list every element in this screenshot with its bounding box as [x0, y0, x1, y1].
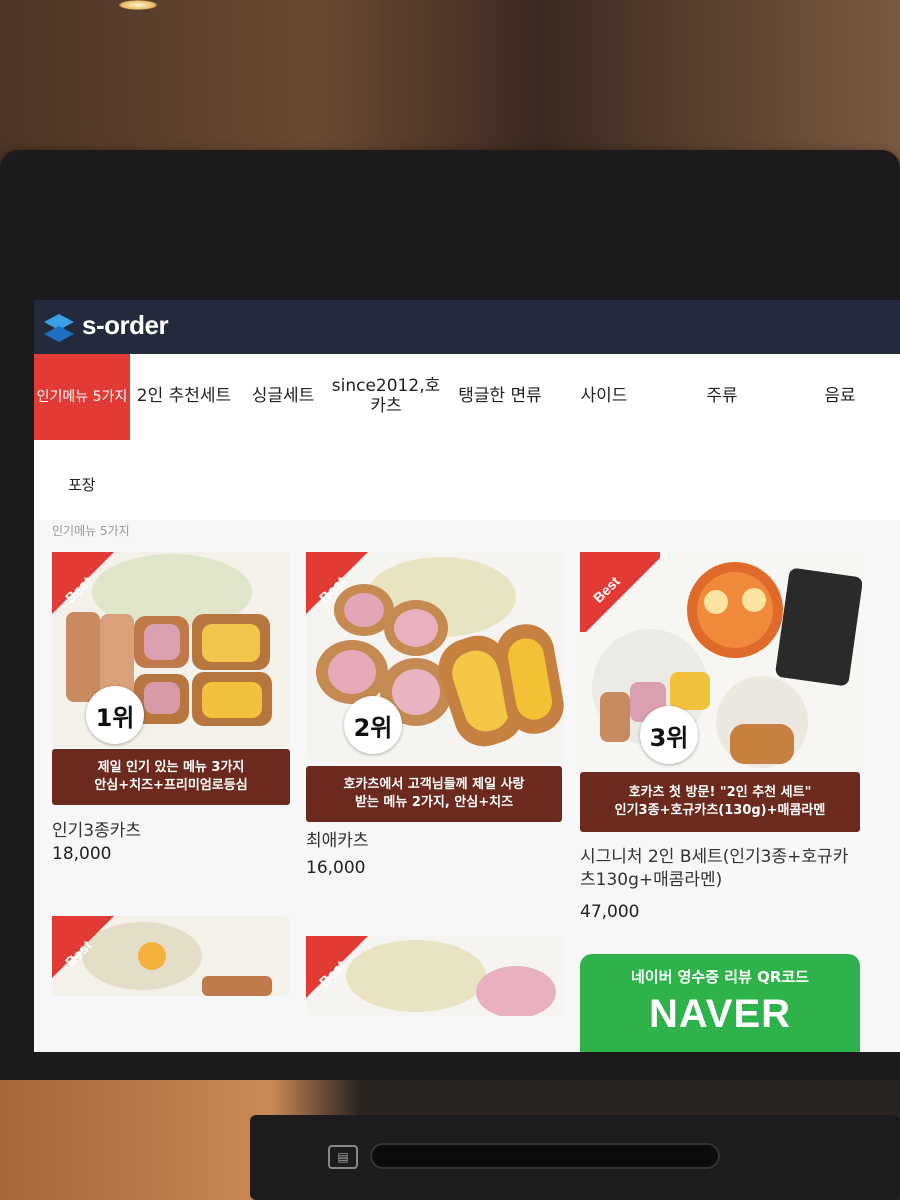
tab-noodles[interactable]: 탱글한 면류	[444, 354, 556, 440]
card-reader: ▤	[250, 1115, 900, 1200]
packaging-row: 포장	[34, 440, 900, 520]
product-name: 인기3종카츠	[52, 821, 142, 841]
brand-name: s-order	[82, 310, 169, 340]
best-badge-icon: Best	[52, 552, 114, 614]
category-tabs: 인기메뉴 5가지 2인 추천세트 싱글세트 since2012,호카츠 탱글한 …	[34, 354, 900, 440]
ceiling-lamp	[118, 0, 158, 10]
product-price: 47,000	[580, 902, 640, 922]
tab-liquor[interactable]: 주류	[674, 354, 770, 440]
product-name: 최애카츠	[306, 831, 369, 851]
best-badge-icon: Best	[306, 936, 368, 998]
chip-card-icon: ▤	[328, 1145, 358, 1169]
product-card-5[interactable]: Best	[306, 936, 564, 1016]
tab-side[interactable]: 사이드	[556, 354, 652, 440]
section-title: 인기메뉴 5가지	[52, 524, 130, 538]
product-price: 16,000	[306, 858, 366, 878]
product-banner: 호카츠에서 고객님들께 제일 사랑 받는 메뉴 2가지, 안심+치즈	[306, 766, 562, 822]
best-badge-icon: Best	[580, 552, 660, 632]
best-badge-icon: Best	[52, 916, 114, 978]
rank-badge: 2위	[344, 696, 402, 754]
product-card-2[interactable]: Best 2위 호카츠에서 고객님들께 제일 사랑 받는 메뉴 2가지, 안심+…	[306, 552, 564, 878]
naver-subtitle: 네이버 영수증 리뷰 QR코드	[631, 968, 809, 986]
card-slot[interactable]	[370, 1143, 720, 1169]
product-card-3[interactable]: Best 3위 호카츠 첫 방문! "2인 추천 세트" 인기3종+호규카츠(1…	[580, 552, 862, 932]
tab-since2012[interactable]: since2012,호카츠	[328, 354, 444, 440]
product-price: 18,000	[52, 844, 112, 864]
rank-badge: 1위	[86, 686, 144, 744]
product-banner: 호카츠 첫 방문! "2인 추천 세트" 인기3종+호규카츠(130g)+매콤라…	[580, 772, 860, 832]
s-order-logo-icon	[44, 314, 74, 342]
product-card-1[interactable]: Best 1위 제일 인기 있는 메뉴 3가지 안심+치즈+프리미엄로등심 인기…	[52, 552, 290, 864]
app-header: s-order	[34, 300, 900, 354]
tab-2person-set[interactable]: 2인 추천세트	[130, 354, 238, 440]
best-badge-icon: Best	[306, 552, 368, 614]
product-name: 시그니처 2인 B세트(인기3종+호규카츠130g+매콤라멘)	[580, 847, 849, 890]
tab-drinks[interactable]: 음료	[792, 354, 888, 440]
naver-review-qr-banner[interactable]: 네이버 영수증 리뷰 QR코드 NAVER	[580, 954, 860, 1052]
kiosk-screen: s-order 인기메뉴 5가지 2인 추천세트 싱글세트 since2012,…	[34, 300, 900, 1052]
tab-single-set[interactable]: 싱글세트	[238, 354, 328, 440]
tab-popular-5[interactable]: 인기메뉴 5가지	[34, 354, 130, 440]
rank-badge: 3위	[640, 706, 698, 764]
packaging-option[interactable]: 포장	[68, 474, 96, 495]
product-card-4[interactable]: Best	[52, 916, 290, 996]
product-banner: 제일 인기 있는 메뉴 3가지 안심+치즈+프리미엄로등심	[52, 749, 290, 805]
naver-title: NAVER	[648, 992, 792, 1036]
